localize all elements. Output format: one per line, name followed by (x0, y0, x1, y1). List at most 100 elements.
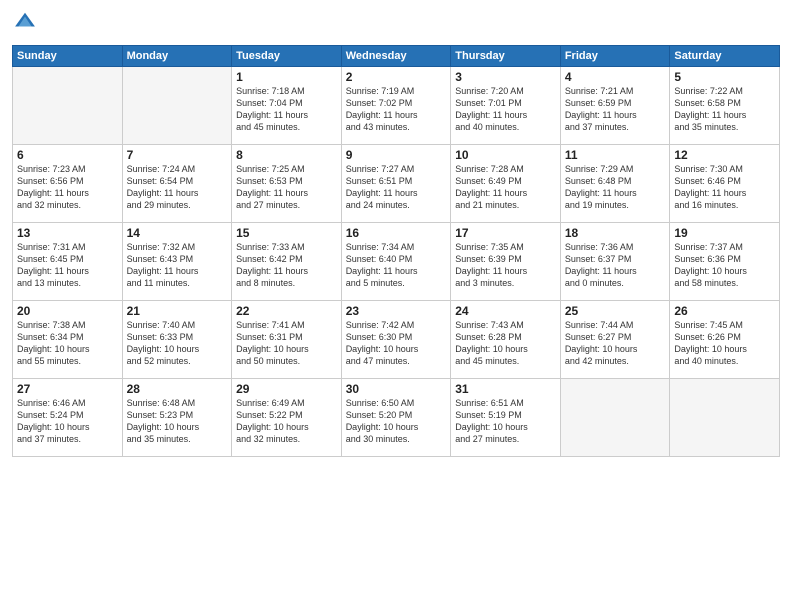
calendar-week-3: 20Sunrise: 7:38 AM Sunset: 6:34 PM Dayli… (13, 301, 780, 379)
calendar-cell (122, 67, 232, 145)
day-number: 2 (346, 70, 447, 84)
day-info: Sunrise: 7:36 AM Sunset: 6:37 PM Dayligh… (565, 241, 666, 290)
calendar-cell: 20Sunrise: 7:38 AM Sunset: 6:34 PM Dayli… (13, 301, 123, 379)
day-number: 15 (236, 226, 337, 240)
day-info: Sunrise: 7:33 AM Sunset: 6:42 PM Dayligh… (236, 241, 337, 290)
calendar-cell: 5Sunrise: 7:22 AM Sunset: 6:58 PM Daylig… (670, 67, 780, 145)
calendar-week-0: 1Sunrise: 7:18 AM Sunset: 7:04 PM Daylig… (13, 67, 780, 145)
day-info: Sunrise: 7:45 AM Sunset: 6:26 PM Dayligh… (674, 319, 775, 368)
day-number: 26 (674, 304, 775, 318)
day-number: 19 (674, 226, 775, 240)
day-info: Sunrise: 7:18 AM Sunset: 7:04 PM Dayligh… (236, 85, 337, 134)
calendar-cell: 25Sunrise: 7:44 AM Sunset: 6:27 PM Dayli… (560, 301, 670, 379)
day-info: Sunrise: 7:29 AM Sunset: 6:48 PM Dayligh… (565, 163, 666, 212)
day-number: 6 (17, 148, 118, 162)
calendar-cell: 16Sunrise: 7:34 AM Sunset: 6:40 PM Dayli… (341, 223, 451, 301)
day-info: Sunrise: 7:27 AM Sunset: 6:51 PM Dayligh… (346, 163, 447, 212)
calendar-cell: 11Sunrise: 7:29 AM Sunset: 6:48 PM Dayli… (560, 145, 670, 223)
calendar-cell: 19Sunrise: 7:37 AM Sunset: 6:36 PM Dayli… (670, 223, 780, 301)
day-info: Sunrise: 7:40 AM Sunset: 6:33 PM Dayligh… (127, 319, 228, 368)
day-info: Sunrise: 7:38 AM Sunset: 6:34 PM Dayligh… (17, 319, 118, 368)
calendar-cell: 1Sunrise: 7:18 AM Sunset: 7:04 PM Daylig… (232, 67, 342, 145)
day-number: 20 (17, 304, 118, 318)
day-info: Sunrise: 6:46 AM Sunset: 5:24 PM Dayligh… (17, 397, 118, 446)
day-info: Sunrise: 7:32 AM Sunset: 6:43 PM Dayligh… (127, 241, 228, 290)
weekday-header-monday: Monday (122, 46, 232, 67)
calendar-cell: 4Sunrise: 7:21 AM Sunset: 6:59 PM Daylig… (560, 67, 670, 145)
calendar-cell (13, 67, 123, 145)
calendar-table: SundayMondayTuesdayWednesdayThursdayFrid… (12, 45, 780, 457)
day-info: Sunrise: 6:51 AM Sunset: 5:19 PM Dayligh… (455, 397, 556, 446)
day-info: Sunrise: 7:31 AM Sunset: 6:45 PM Dayligh… (17, 241, 118, 290)
calendar-cell: 3Sunrise: 7:20 AM Sunset: 7:01 PM Daylig… (451, 67, 561, 145)
day-info: Sunrise: 7:22 AM Sunset: 6:58 PM Dayligh… (674, 85, 775, 134)
day-number: 25 (565, 304, 666, 318)
day-number: 13 (17, 226, 118, 240)
calendar-cell: 13Sunrise: 7:31 AM Sunset: 6:45 PM Dayli… (13, 223, 123, 301)
day-number: 30 (346, 382, 447, 396)
page: SundayMondayTuesdayWednesdayThursdayFrid… (0, 0, 792, 612)
day-info: Sunrise: 7:20 AM Sunset: 7:01 PM Dayligh… (455, 85, 556, 134)
day-number: 29 (236, 382, 337, 396)
day-info: Sunrise: 7:24 AM Sunset: 6:54 PM Dayligh… (127, 163, 228, 212)
day-number: 18 (565, 226, 666, 240)
day-info: Sunrise: 7:23 AM Sunset: 6:56 PM Dayligh… (17, 163, 118, 212)
day-number: 24 (455, 304, 556, 318)
day-info: Sunrise: 7:19 AM Sunset: 7:02 PM Dayligh… (346, 85, 447, 134)
day-info: Sunrise: 7:34 AM Sunset: 6:40 PM Dayligh… (346, 241, 447, 290)
day-number: 12 (674, 148, 775, 162)
calendar-cell: 14Sunrise: 7:32 AM Sunset: 6:43 PM Dayli… (122, 223, 232, 301)
calendar-header-row: SundayMondayTuesdayWednesdayThursdayFrid… (13, 46, 780, 67)
calendar-cell: 2Sunrise: 7:19 AM Sunset: 7:02 PM Daylig… (341, 67, 451, 145)
day-number: 14 (127, 226, 228, 240)
calendar-cell: 26Sunrise: 7:45 AM Sunset: 6:26 PM Dayli… (670, 301, 780, 379)
calendar-cell: 21Sunrise: 7:40 AM Sunset: 6:33 PM Dayli… (122, 301, 232, 379)
day-number: 22 (236, 304, 337, 318)
day-info: Sunrise: 7:44 AM Sunset: 6:27 PM Dayligh… (565, 319, 666, 368)
day-number: 5 (674, 70, 775, 84)
day-number: 10 (455, 148, 556, 162)
day-info: Sunrise: 6:49 AM Sunset: 5:22 PM Dayligh… (236, 397, 337, 446)
day-number: 1 (236, 70, 337, 84)
day-info: Sunrise: 7:37 AM Sunset: 6:36 PM Dayligh… (674, 241, 775, 290)
day-number: 4 (565, 70, 666, 84)
day-info: Sunrise: 6:48 AM Sunset: 5:23 PM Dayligh… (127, 397, 228, 446)
weekday-header-saturday: Saturday (670, 46, 780, 67)
day-info: Sunrise: 7:21 AM Sunset: 6:59 PM Dayligh… (565, 85, 666, 134)
calendar-cell: 28Sunrise: 6:48 AM Sunset: 5:23 PM Dayli… (122, 379, 232, 457)
calendar-cell: 30Sunrise: 6:50 AM Sunset: 5:20 PM Dayli… (341, 379, 451, 457)
calendar-week-1: 6Sunrise: 7:23 AM Sunset: 6:56 PM Daylig… (13, 145, 780, 223)
calendar-cell: 18Sunrise: 7:36 AM Sunset: 6:37 PM Dayli… (560, 223, 670, 301)
calendar-cell: 31Sunrise: 6:51 AM Sunset: 5:19 PM Dayli… (451, 379, 561, 457)
day-info: Sunrise: 7:42 AM Sunset: 6:30 PM Dayligh… (346, 319, 447, 368)
day-number: 16 (346, 226, 447, 240)
day-number: 11 (565, 148, 666, 162)
calendar-cell: 7Sunrise: 7:24 AM Sunset: 6:54 PM Daylig… (122, 145, 232, 223)
calendar-cell: 29Sunrise: 6:49 AM Sunset: 5:22 PM Dayli… (232, 379, 342, 457)
calendar-cell (560, 379, 670, 457)
day-number: 9 (346, 148, 447, 162)
calendar-cell (670, 379, 780, 457)
day-info: Sunrise: 7:43 AM Sunset: 6:28 PM Dayligh… (455, 319, 556, 368)
calendar-cell: 15Sunrise: 7:33 AM Sunset: 6:42 PM Dayli… (232, 223, 342, 301)
day-number: 28 (127, 382, 228, 396)
calendar-cell: 24Sunrise: 7:43 AM Sunset: 6:28 PM Dayli… (451, 301, 561, 379)
day-info: Sunrise: 6:50 AM Sunset: 5:20 PM Dayligh… (346, 397, 447, 446)
weekday-header-friday: Friday (560, 46, 670, 67)
calendar-cell: 12Sunrise: 7:30 AM Sunset: 6:46 PM Dayli… (670, 145, 780, 223)
day-number: 23 (346, 304, 447, 318)
calendar-cell: 27Sunrise: 6:46 AM Sunset: 5:24 PM Dayli… (13, 379, 123, 457)
day-number: 7 (127, 148, 228, 162)
calendar-cell: 17Sunrise: 7:35 AM Sunset: 6:39 PM Dayli… (451, 223, 561, 301)
day-info: Sunrise: 7:25 AM Sunset: 6:53 PM Dayligh… (236, 163, 337, 212)
header (12, 10, 780, 37)
weekday-header-sunday: Sunday (13, 46, 123, 67)
calendar-cell: 10Sunrise: 7:28 AM Sunset: 6:49 PM Dayli… (451, 145, 561, 223)
calendar-week-4: 27Sunrise: 6:46 AM Sunset: 5:24 PM Dayli… (13, 379, 780, 457)
day-info: Sunrise: 7:35 AM Sunset: 6:39 PM Dayligh… (455, 241, 556, 290)
calendar-cell: 22Sunrise: 7:41 AM Sunset: 6:31 PM Dayli… (232, 301, 342, 379)
calendar-cell: 23Sunrise: 7:42 AM Sunset: 6:30 PM Dayli… (341, 301, 451, 379)
calendar-cell: 6Sunrise: 7:23 AM Sunset: 6:56 PM Daylig… (13, 145, 123, 223)
day-info: Sunrise: 7:28 AM Sunset: 6:49 PM Dayligh… (455, 163, 556, 212)
day-number: 8 (236, 148, 337, 162)
